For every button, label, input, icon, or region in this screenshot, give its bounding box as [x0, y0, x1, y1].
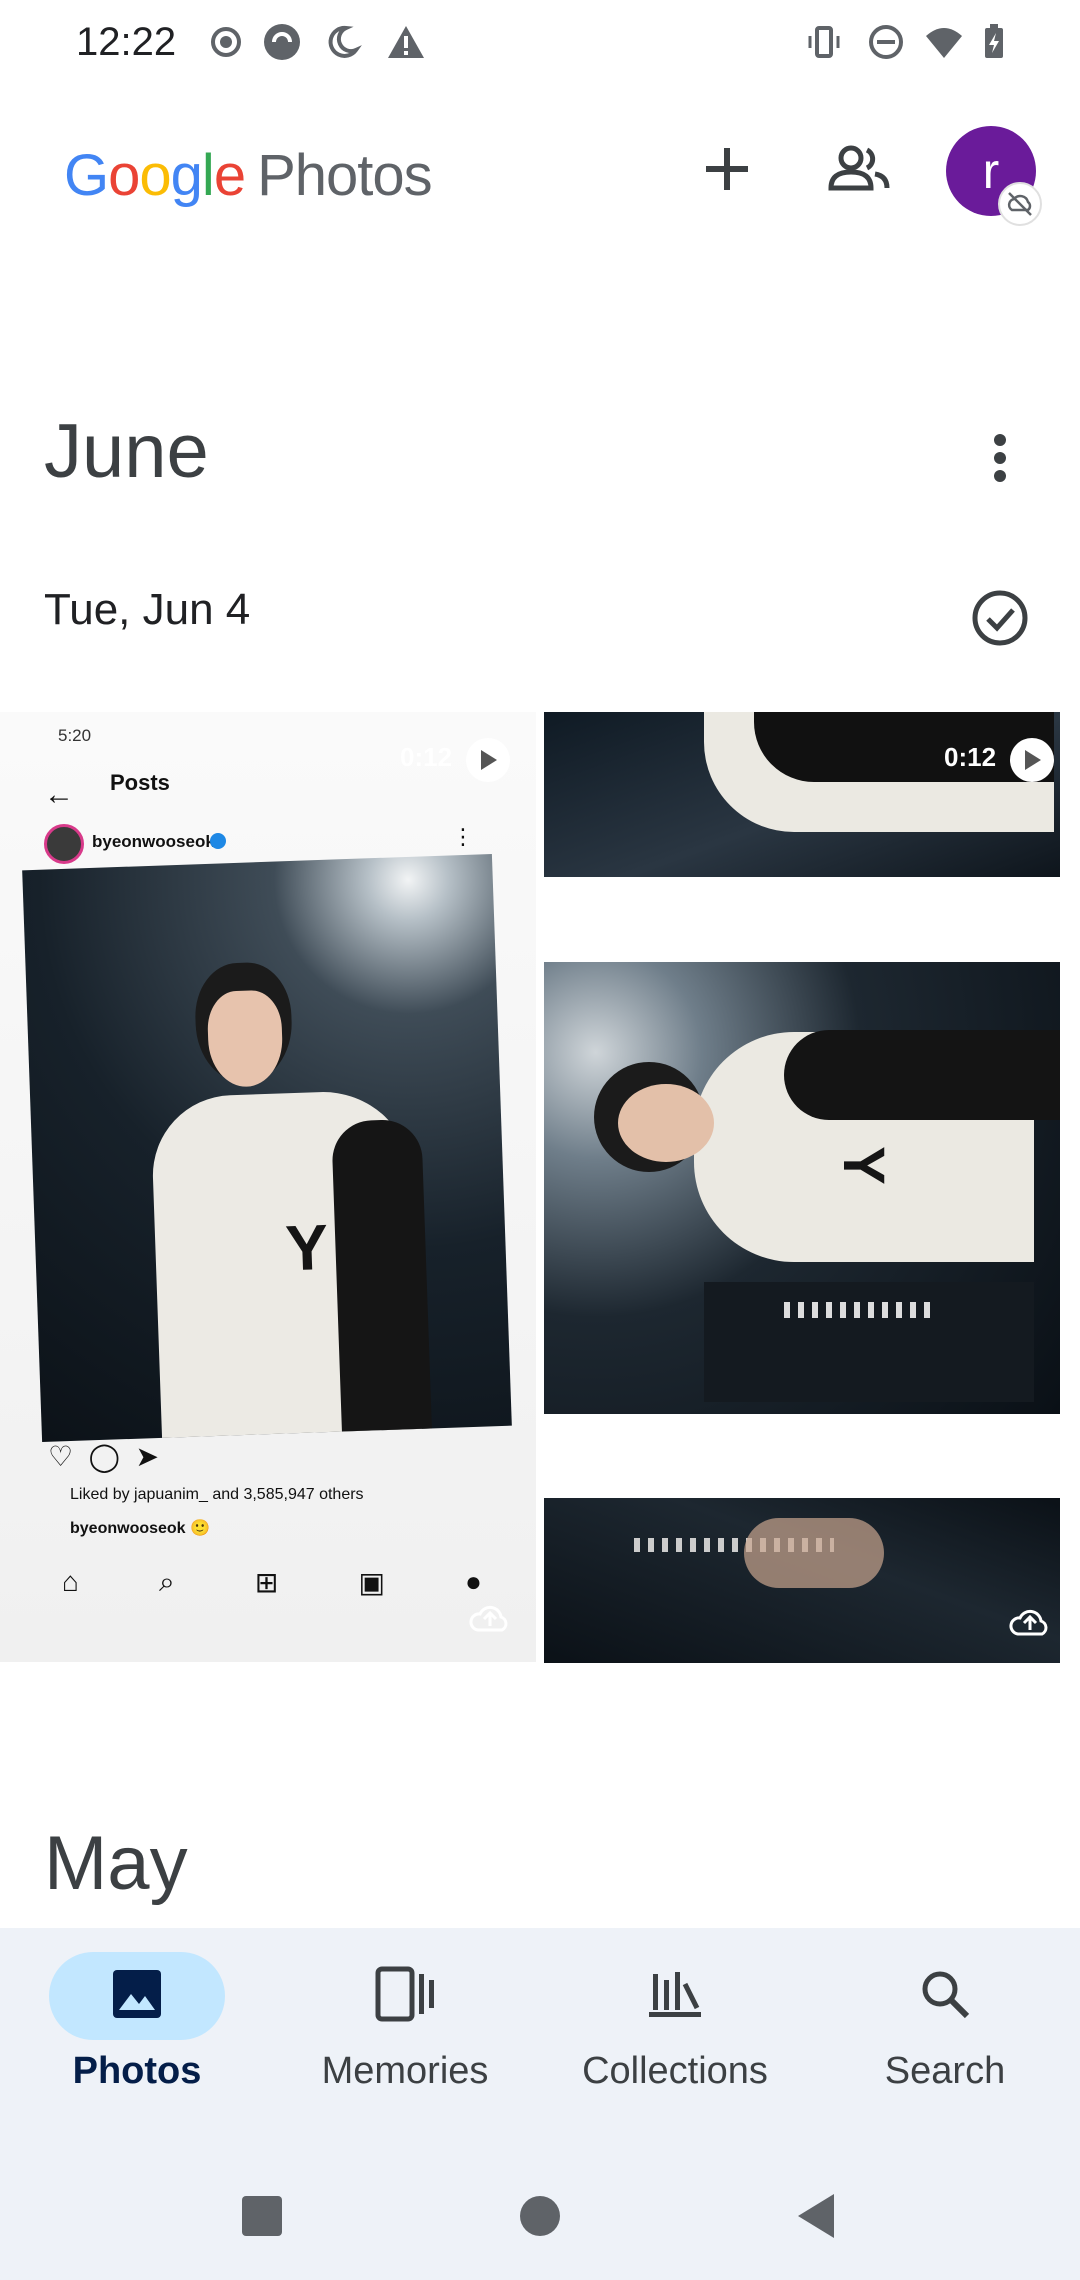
record-icon: [206, 22, 246, 62]
status-time: 12:22: [76, 20, 177, 64]
recents-button[interactable]: [232, 2188, 292, 2248]
sleeve-shape: [331, 1118, 433, 1443]
inner-avatar: [44, 824, 84, 864]
sleeve-shape: [784, 1030, 1060, 1120]
plus-icon: [702, 144, 752, 199]
photo-icon: [111, 1968, 163, 2025]
wifi-icon: [924, 22, 964, 62]
cloud-upload-icon: [1008, 1606, 1052, 1638]
pants-shape: [704, 1282, 1034, 1402]
more-vert-icon: [992, 433, 1008, 488]
dark-sleeve-shape: [754, 712, 1054, 782]
inner-username: byeonwooseok: [92, 832, 215, 851]
stripes-shape: [784, 1302, 934, 1318]
nav-pill: [317, 1952, 493, 2040]
inner-title: Posts: [110, 770, 170, 795]
back-button[interactable]: [786, 2188, 846, 2248]
inner-actions-icons: ♡ ◯ ➤: [48, 1441, 160, 1472]
search-icon: [919, 1968, 971, 2025]
nav-photos[interactable]: Photos: [12, 1952, 262, 2122]
play-icon: [1010, 738, 1054, 782]
month-heading: June: [44, 409, 209, 494]
status-bar: 12:22: [0, 0, 1080, 90]
inner-likes: Liked by japuanim_ and 3,585,947 others: [70, 1486, 364, 1503]
nav-label: Memories: [321, 2050, 489, 2092]
nav-memories[interactable]: Memories: [280, 1952, 530, 2122]
people-icon: [827, 144, 891, 199]
video-duration: 0:12: [400, 742, 453, 772]
add-button[interactable]: [682, 126, 772, 216]
nav-label: Collections: [582, 2050, 768, 2092]
hands-shape: [744, 1518, 884, 1588]
more-options-button[interactable]: [955, 415, 1045, 505]
nav-search[interactable]: Search: [820, 1952, 1070, 2122]
backup-off-icon: [998, 182, 1042, 226]
photo-tile-right-2[interactable]: Y: [544, 962, 1060, 1414]
system-navigation-bar: [0, 2158, 1080, 2280]
face-shape: [618, 1084, 714, 1162]
nav-pill-active: [49, 1952, 225, 2040]
dnd-icon: [866, 22, 906, 62]
nav-label: Photos: [72, 2050, 202, 2092]
home-circle-icon: [518, 2194, 562, 2243]
month-heading: May: [44, 1821, 188, 1906]
do-not-disturb-moon-icon: [322, 22, 362, 62]
avatar-letter: r: [982, 143, 1000, 199]
nav-collections[interactable]: Collections: [550, 1952, 800, 2122]
inner-status-time: 5:20: [58, 726, 92, 745]
video-duration: 0:12: [944, 742, 997, 772]
verified-icon: [210, 833, 226, 849]
home-button[interactable]: [510, 2188, 570, 2248]
jacket-letter: Y: [830, 1146, 896, 1185]
memories-icon: [375, 1966, 435, 2027]
inner-back-arrow-icon: ←: [44, 778, 74, 811]
bottom-navigation: Photos Memories Collections Search: [0, 1928, 1080, 2158]
inner-caption: byeonwooseok 🙂: [70, 1520, 210, 1537]
collections-icon: [647, 1968, 703, 2025]
back-triangle-icon: [794, 2192, 838, 2245]
photo-tile-right-3[interactable]: [544, 1498, 1060, 1663]
vibrate-icon: [804, 22, 844, 62]
nav-pill: [587, 1952, 763, 2040]
play-icon: [466, 738, 510, 782]
post-photo: Y: [22, 853, 512, 1443]
nav-pill: [857, 1952, 1033, 2040]
recents-square-icon: [240, 2194, 284, 2243]
google-photos-logo: Google Photos: [64, 143, 433, 208]
nav-label: Search: [884, 2050, 1006, 2092]
battery-charging-icon: [974, 22, 1014, 62]
select-day-button[interactable]: [960, 580, 1040, 660]
app-bar: Google Photos r: [0, 110, 1080, 230]
check-circle-icon: [970, 588, 1030, 653]
vpn-icon: [262, 22, 302, 62]
alert-icon: [386, 22, 426, 62]
date-heading: Tue, Jun 4: [44, 585, 251, 634]
photo-tile-right-1[interactable]: 0:12: [544, 712, 1060, 877]
jacket-letter: Y: [284, 1210, 330, 1285]
inner-more-icon: ⋮: [452, 824, 474, 849]
cloud-upload-icon: [468, 1602, 512, 1634]
inner-nav-icons: ⌂ ⌕ ⊞ ▣ ●: [62, 1566, 482, 1598]
photo-tile-main[interactable]: 5:20 ← Posts byeonwooseok ⋮ Y ♡ ◯ ➤ Like…: [0, 712, 536, 1662]
sharing-button[interactable]: [814, 126, 904, 216]
